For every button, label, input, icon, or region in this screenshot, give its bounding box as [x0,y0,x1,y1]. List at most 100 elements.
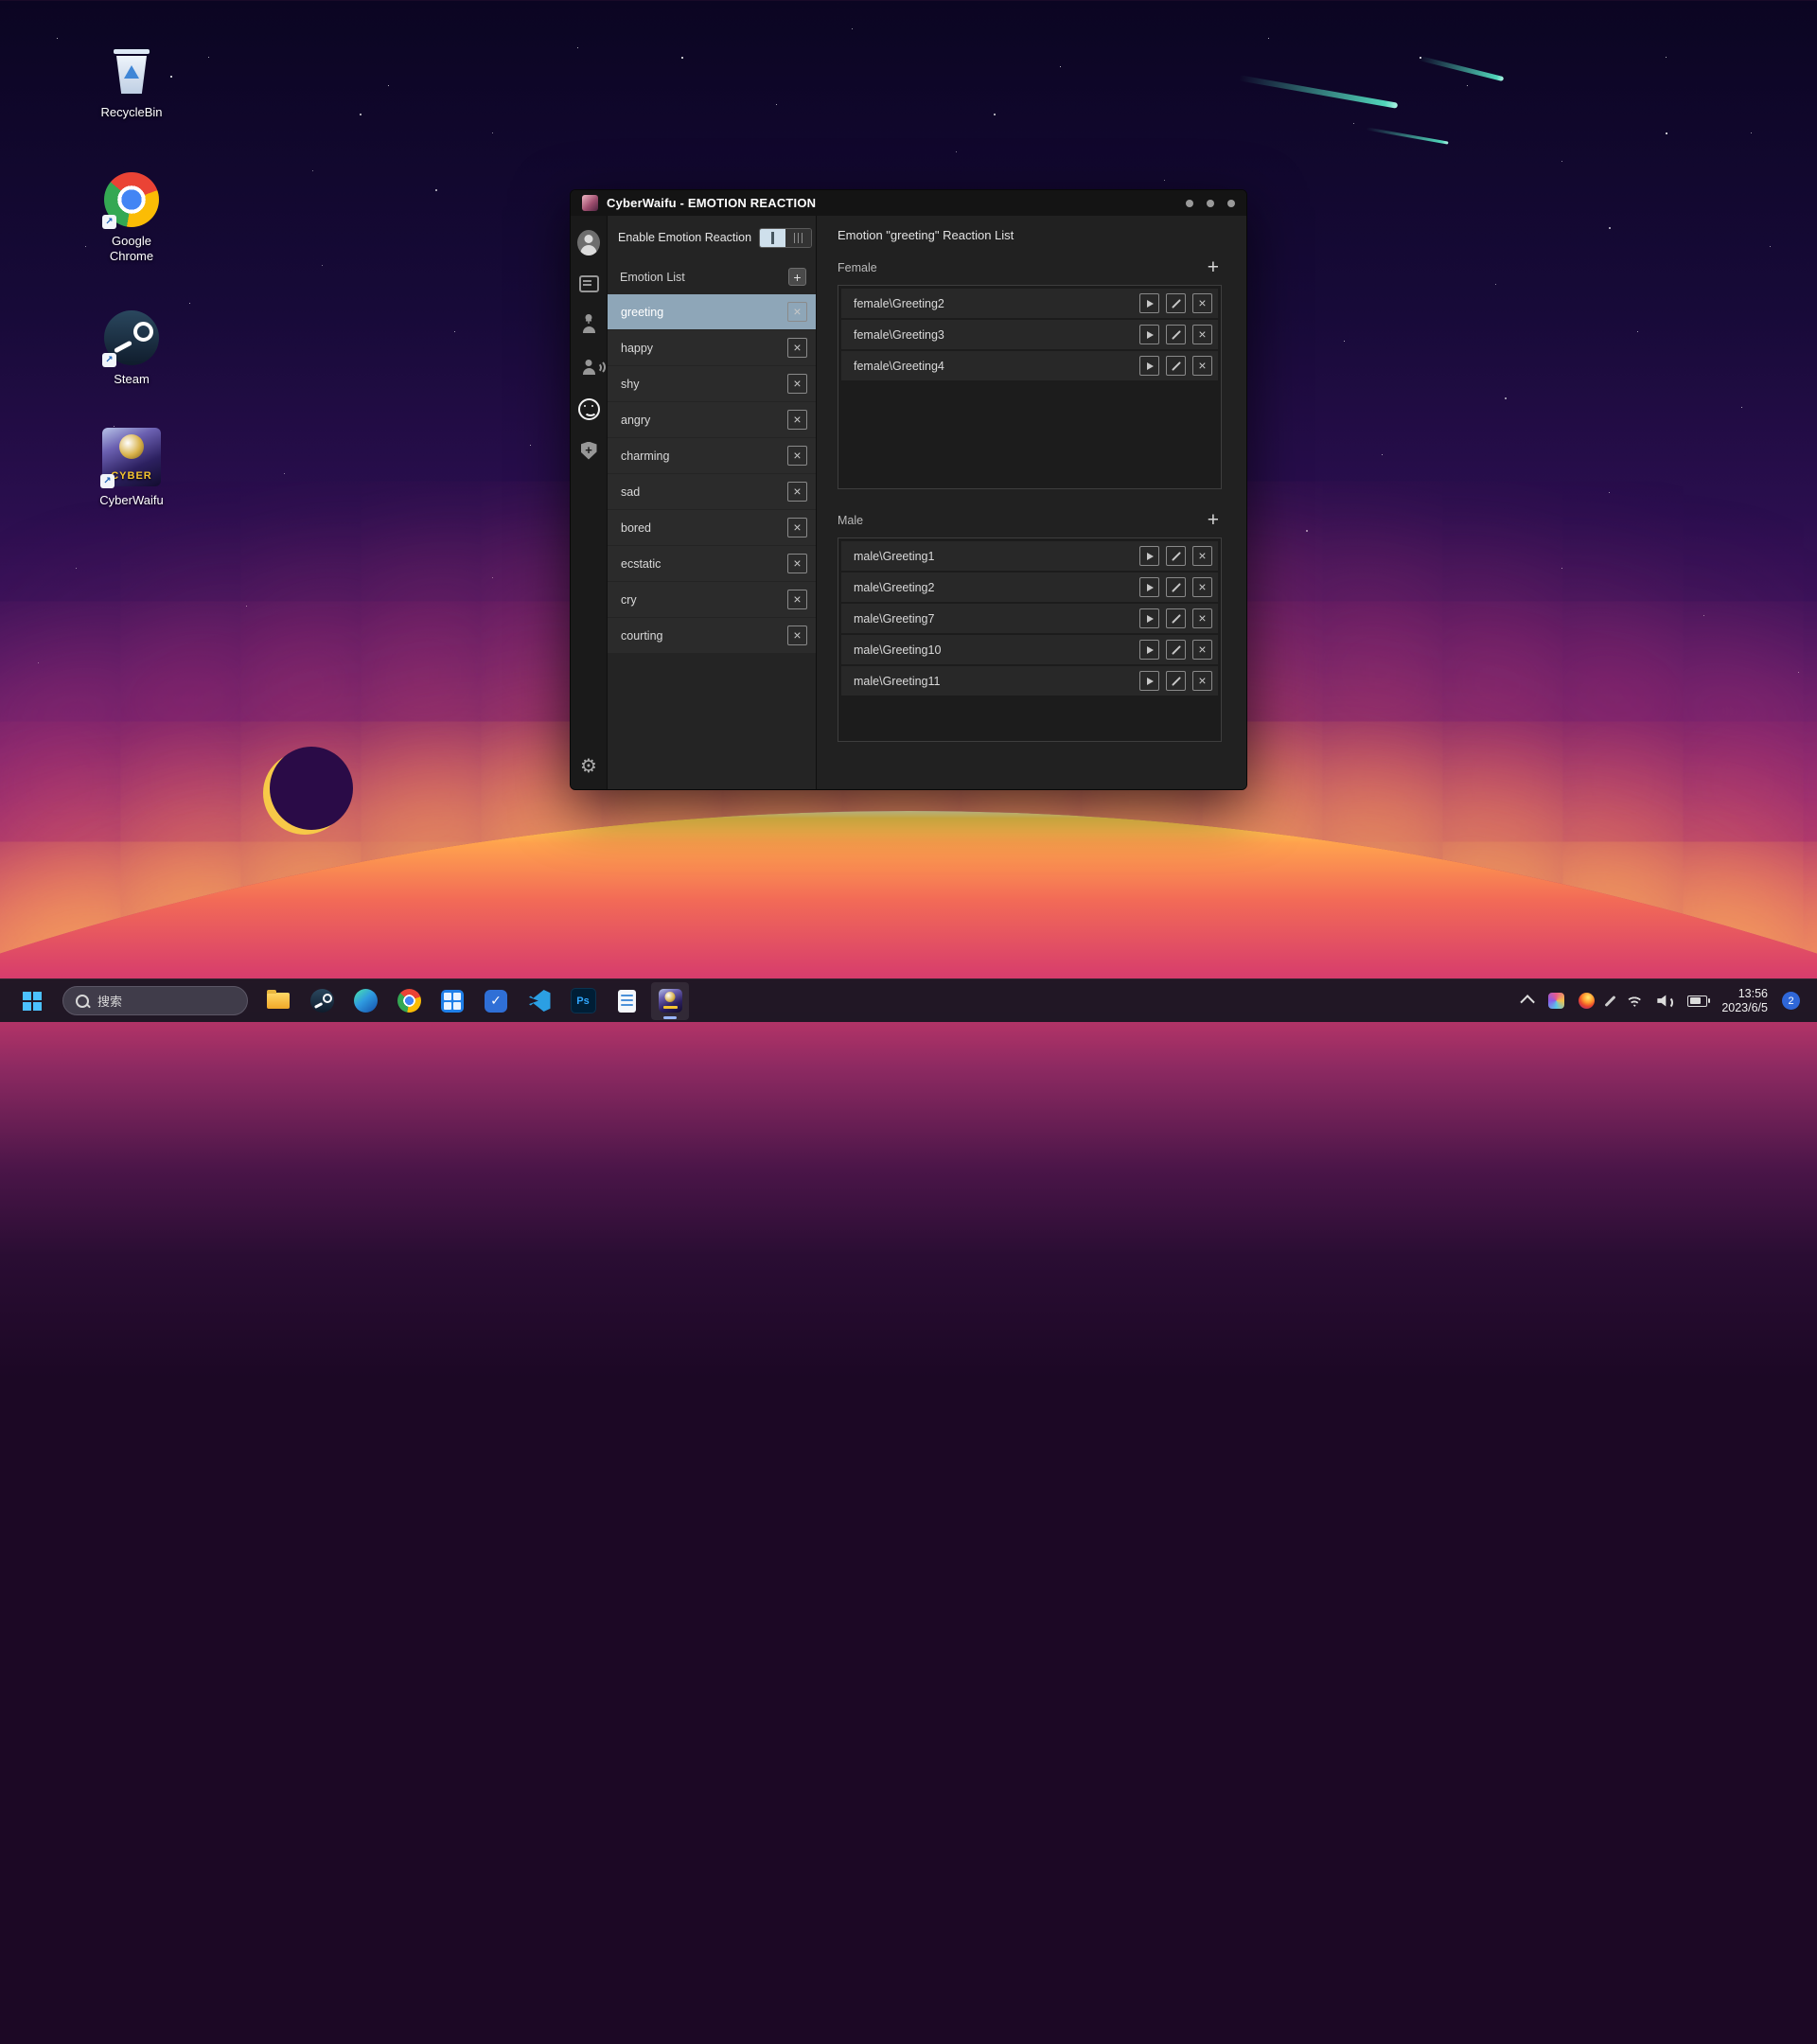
edit-reaction-button[interactable] [1166,608,1186,628]
battery-icon[interactable] [1687,996,1707,1007]
delete-reaction-button[interactable] [1192,608,1212,628]
emotion-list-item[interactable]: cry [608,582,816,617]
taskbar-icon-todo[interactable] [477,982,515,1020]
emotion-list-item[interactable]: greeting [608,294,816,329]
play-reaction-button[interactable] [1139,293,1159,313]
taskbar-icon-cyberwaifu[interactable] [651,982,689,1020]
delete-reaction-button[interactable] [1192,325,1212,344]
close-button[interactable] [1227,200,1235,207]
voice-tab[interactable] [577,356,600,379]
pen-icon[interactable] [1605,995,1616,1006]
close-icon [1198,611,1206,626]
taskbar-icon-file-explorer[interactable] [259,982,297,1020]
delete-reaction-button[interactable] [1192,577,1212,597]
start-button[interactable] [13,982,51,1020]
comet [1419,56,1504,81]
delete-emotion-button[interactable] [787,626,807,645]
edit-reaction-button[interactable] [1166,640,1186,660]
add-emotion-button[interactable] [788,268,806,286]
contacts-tab[interactable] [577,314,600,337]
astronaut-helmet-graphic [119,434,144,459]
taskbar-search[interactable]: 搜索 [62,986,248,1015]
emotion-list-item[interactable]: sad [608,474,816,509]
emotion-list-item[interactable]: ecstatic [608,546,816,581]
delete-reaction-button[interactable] [1192,546,1212,566]
taskbar-clock[interactable]: 13:56 2023/6/5 [1721,987,1768,1015]
taskbar-icon-notepad[interactable] [608,982,645,1020]
delete-reaction-button[interactable] [1192,671,1212,691]
volume-icon[interactable] [1657,995,1673,1007]
steam-icon [310,989,334,1013]
delete-emotion-button[interactable] [787,554,807,573]
toggle-on-segment [760,229,785,247]
store-icon [441,990,464,1013]
delete-emotion-button[interactable] [787,374,807,394]
search-placeholder: 搜索 [97,992,122,1010]
play-reaction-button[interactable] [1139,356,1159,376]
emotion-list-item[interactable]: shy [608,366,816,401]
play-reaction-button[interactable] [1139,577,1159,597]
emotion-list-item[interactable]: bored [608,510,816,545]
edit-reaction-button[interactable] [1166,671,1186,691]
firefox-icon[interactable] [1579,993,1595,1009]
edit-reaction-button[interactable] [1166,293,1186,313]
desktop-icon-cyberwaifu[interactable]: CYBER CyberWaifu [84,428,179,508]
delete-emotion-button[interactable] [787,410,807,430]
chrome-icon [104,172,159,227]
profile-tab[interactable] [577,231,600,254]
emotion-list-item[interactable]: angry [608,402,816,437]
play-reaction-button[interactable] [1139,546,1159,566]
app-icon [582,195,598,211]
folder-icon [267,993,290,1009]
add-male-reaction-button[interactable] [1205,510,1222,530]
taskbar-icon-store[interactable] [433,982,471,1020]
play-reaction-button[interactable] [1139,325,1159,344]
taskbar-icon-photoshop[interactable]: Ps [564,982,602,1020]
edit-reaction-button[interactable] [1166,546,1186,566]
delete-emotion-button[interactable] [787,518,807,537]
edit-icon [1172,552,1181,561]
delete-reaction-button[interactable] [1192,640,1212,660]
close-icon [793,520,801,536]
settings-button[interactable] [577,755,600,778]
delete-reaction-button[interactable] [1192,293,1212,313]
minimize-button[interactable] [1186,200,1193,207]
desktop-icon-recycle-bin[interactable]: RecycleBin [84,49,179,120]
plugin-tab[interactable] [577,439,600,462]
play-reaction-button[interactable] [1139,671,1159,691]
delete-emotion-button[interactable] [787,302,807,322]
delete-emotion-button[interactable] [787,338,807,358]
edit-reaction-button[interactable] [1166,577,1186,597]
add-female-reaction-button[interactable] [1205,257,1222,277]
emotion-tab[interactable] [577,397,600,420]
photoshop-icon: Ps [571,988,596,1013]
play-reaction-button[interactable] [1139,640,1159,660]
delete-reaction-button[interactable] [1192,356,1212,376]
delete-emotion-button[interactable] [787,482,807,502]
window-titlebar[interactable]: CyberWaifu - EMOTION REACTION [571,190,1246,216]
edit-reaction-button[interactable] [1166,356,1186,376]
delete-emotion-button[interactable] [787,590,807,609]
emotion-list-item[interactable]: courting [608,618,816,653]
taskbar-icon-edge[interactable] [346,982,384,1020]
windows-logo-icon [23,992,42,1011]
desktop-icon-steam[interactable]: Steam [84,310,179,387]
enable-emotion-reaction-toggle[interactable] [759,228,812,248]
tray-chevron-up-icon[interactable] [1521,995,1536,1010]
maximize-button[interactable] [1207,200,1214,207]
wifi-icon[interactable] [1626,995,1643,1007]
taskbar-icon-vscode[interactable] [520,982,558,1020]
taskbar-icon-chrome[interactable] [390,982,428,1020]
close-icon [793,556,801,572]
notification-badge[interactable]: 2 [1782,992,1800,1010]
emotion-list-item[interactable]: charming [608,438,816,473]
tray-app-icon[interactable] [1548,993,1564,1009]
taskbar-icon-steam[interactable] [303,982,341,1020]
close-icon [1198,327,1206,343]
edit-reaction-button[interactable] [1166,325,1186,344]
emotion-list-item[interactable]: happy [608,330,816,365]
chat-tab[interactable] [577,273,600,295]
play-reaction-button[interactable] [1139,608,1159,628]
desktop-icon-chrome[interactable]: Google Chrome [84,172,179,264]
delete-emotion-button[interactable] [787,446,807,466]
